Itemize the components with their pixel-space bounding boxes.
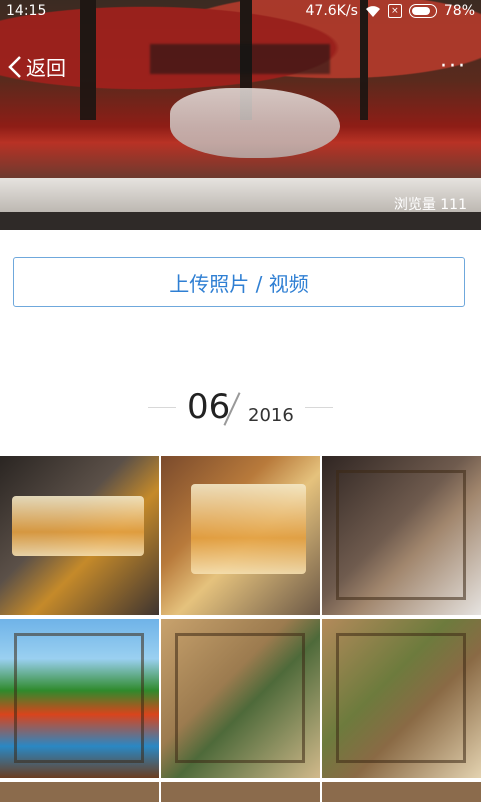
upload-photo-video-button[interactable]: 上传照片 / 视频 (13, 257, 465, 307)
album-title-redacted (150, 44, 330, 74)
photo-thumbnail[interactable] (322, 619, 481, 778)
next-row-partial (0, 782, 481, 802)
amber-glass-calligraphy-icon (191, 484, 306, 574)
photo-thumbnail-partial[interactable] (322, 782, 481, 802)
date-group-header: 06 2016 (0, 383, 481, 433)
photo-thumbnail[interactable] (0, 456, 159, 615)
wood-carving-deer-forest-icon (175, 633, 305, 763)
more-options-button[interactable]: ··· (440, 54, 467, 79)
wood-carving-deer-birch-icon (336, 633, 466, 763)
river-autumn-painting-icon (14, 633, 144, 763)
photo-thumbnail[interactable] (161, 619, 320, 778)
date-month: 06 (187, 387, 231, 427)
upload-label: 上传照片 / 视频 (169, 271, 309, 296)
photo-thumbnail-partial[interactable] (0, 782, 159, 802)
date-year: 2016 (248, 405, 294, 426)
network-speed: 47.6K/s (305, 3, 358, 19)
status-right: 47.6K/s × 78% (306, 3, 476, 19)
battery-percent: 78% (443, 3, 475, 19)
sim-disabled-icon: × (387, 4, 402, 18)
album-cover-image: 14:15 47.6K/s × 78% 返回 ··· 浏览量 111 (0, 0, 481, 230)
cover-bottom-strip (0, 212, 481, 230)
back-button[interactable]: 返回 (8, 52, 66, 81)
divider-left (148, 407, 176, 408)
back-label: 返回 (26, 56, 66, 80)
photo-thumbnail[interactable] (161, 456, 320, 615)
wifi-icon (365, 6, 380, 17)
view-count: 浏览量 111 (393, 197, 467, 213)
photo-thumbnail[interactable] (322, 456, 481, 615)
divider-right (305, 407, 333, 408)
battery-icon (408, 4, 437, 18)
amber-glass-horses-icon (12, 496, 144, 556)
status-time: 14:15 (6, 3, 47, 19)
back-arrow-icon (8, 55, 21, 78)
photo-thumbnail[interactable] (0, 619, 159, 778)
photo-thumbnail-partial[interactable] (161, 782, 320, 802)
status-bar: 14:15 47.6K/s × 78% (0, 0, 481, 24)
wood-carving-wolf-icon (336, 470, 466, 600)
